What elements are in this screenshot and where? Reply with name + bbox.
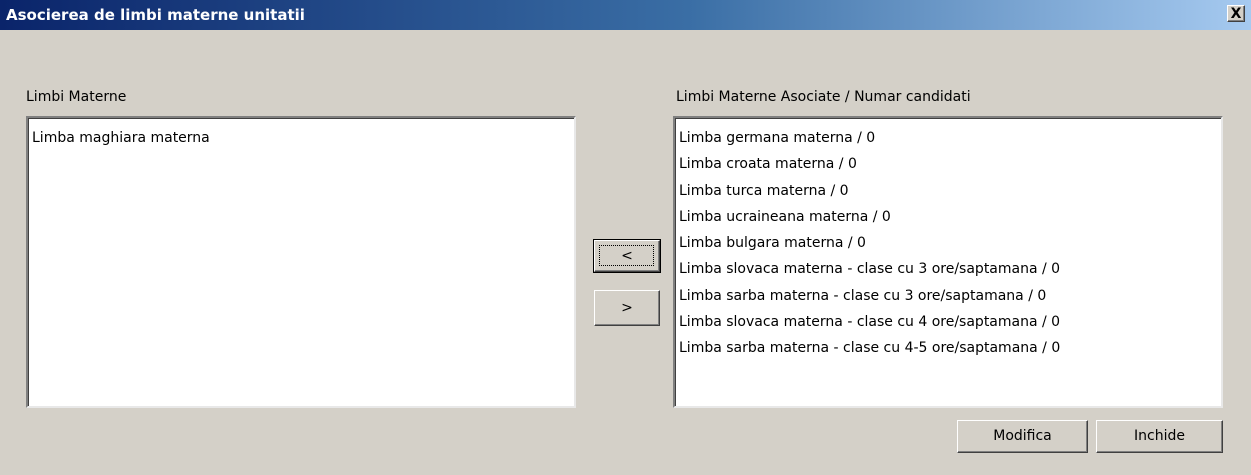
move-to-associated-button[interactable]: > (594, 290, 660, 326)
list-item[interactable]: Limba germana materna / 0 (676, 125, 1221, 151)
associated-languages-label: Limbi Materne Asociate / Numar candidati (676, 89, 971, 105)
move-to-available-button[interactable]: < (593, 239, 661, 273)
list-item[interactable]: Limba bulgara materna / 0 (676, 230, 1221, 256)
list-item[interactable]: Limba croata materna / 0 (676, 151, 1221, 177)
close-button[interactable]: Inchide (1096, 420, 1223, 453)
available-languages-label: Limbi Materne (26, 89, 127, 105)
list-item[interactable]: Limba slovaca materna - clase cu 3 ore/s… (676, 256, 1221, 282)
list-item[interactable]: Limba turca materna / 0 (676, 178, 1221, 204)
modify-button[interactable]: Modifica (957, 420, 1088, 453)
list-item[interactable]: Limba ucraineana materna / 0 (676, 204, 1221, 230)
window-title: Asocierea de limbi materne unitatii (6, 6, 305, 24)
associated-languages-list[interactable]: Limba germana materna / 0 Limba croata m… (673, 116, 1223, 408)
list-item[interactable]: Limba maghiara materna (29, 125, 574, 151)
title-bar: Asocierea de limbi materne unitatii X (0, 0, 1251, 30)
close-icon: X (1230, 6, 1242, 22)
list-item[interactable]: Limba sarba materna - clase cu 4-5 ore/s… (676, 335, 1221, 361)
available-languages-list[interactable]: Limba maghiara materna (26, 116, 576, 408)
close-window-button[interactable]: X (1227, 5, 1245, 22)
available-languages-list-body: Limba maghiara materna (28, 118, 574, 406)
list-item[interactable]: Limba sarba materna - clase cu 3 ore/sap… (676, 283, 1221, 309)
associated-languages-list-body: Limba germana materna / 0 Limba croata m… (675, 118, 1221, 406)
list-item[interactable]: Limba slovaca materna - clase cu 4 ore/s… (676, 309, 1221, 335)
